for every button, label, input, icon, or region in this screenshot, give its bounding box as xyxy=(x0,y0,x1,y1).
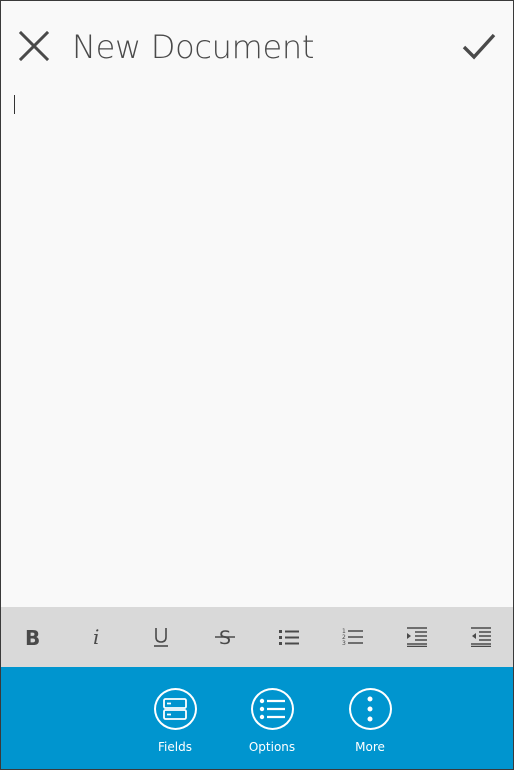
close-button[interactable] xyxy=(13,25,55,67)
underline-icon xyxy=(154,628,168,647)
strikethrough-icon: S xyxy=(215,627,235,648)
bold-icon: B xyxy=(25,627,40,647)
italic-button[interactable]: i xyxy=(65,607,129,667)
numbered-list-button[interactable]: 1 2 3 xyxy=(321,607,385,667)
decrease-indent-button[interactable] xyxy=(449,607,513,667)
numbered-list-icon: 1 2 3 xyxy=(342,628,363,647)
decrease-indent-icon xyxy=(471,627,491,647)
increase-indent-button[interactable] xyxy=(385,607,449,667)
bulleted-list-button[interactable] xyxy=(257,607,321,667)
page-title: New Document xyxy=(72,28,315,66)
italic-icon: i xyxy=(93,627,99,647)
app-bar: Fields Options More xyxy=(1,667,513,769)
fields-button[interactable]: Fields xyxy=(140,688,210,754)
header: New Document xyxy=(1,1,513,93)
checkmark-icon xyxy=(462,33,496,60)
svg-text:3: 3 xyxy=(342,640,346,647)
text-cursor xyxy=(14,95,15,114)
more-icon xyxy=(348,688,392,730)
svg-text:i: i xyxy=(93,627,99,647)
underline-button[interactable] xyxy=(129,607,193,667)
svg-text:B: B xyxy=(25,627,40,647)
formatting-toolbar: B i S 1 2 3 xyxy=(1,607,513,667)
options-icon xyxy=(250,688,294,730)
confirm-button[interactable] xyxy=(457,25,501,67)
document-editor[interactable] xyxy=(1,93,513,607)
options-label: Options xyxy=(248,740,296,754)
close-icon xyxy=(18,30,50,62)
more-label: More xyxy=(355,740,385,754)
strikethrough-button[interactable]: S xyxy=(193,607,257,667)
fields-label: Fields xyxy=(158,740,192,754)
options-button[interactable]: Options xyxy=(237,688,307,754)
bold-button[interactable]: B xyxy=(1,607,65,667)
fields-icon xyxy=(153,688,197,730)
increase-indent-icon xyxy=(407,627,427,647)
more-button[interactable]: More xyxy=(335,688,405,754)
bulleted-list-icon xyxy=(279,630,299,645)
